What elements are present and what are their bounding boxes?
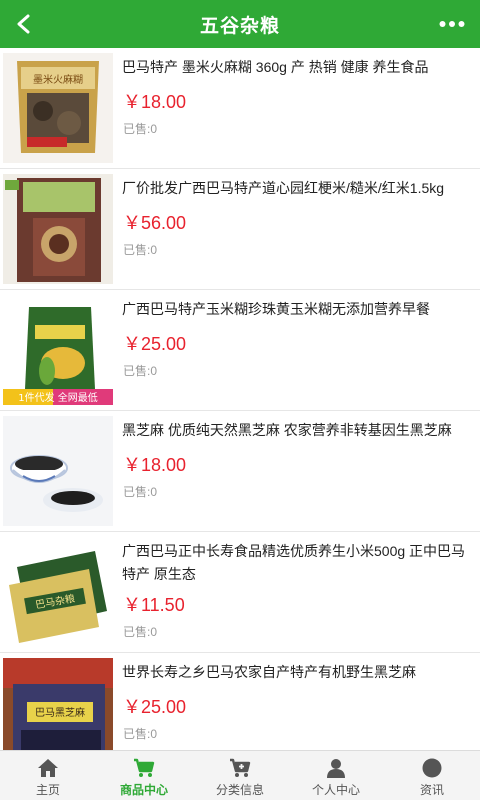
product-price: ￥11.50 bbox=[123, 595, 185, 615]
product-name[interactable]: 广西巴马特产玉米糊珍珠黄玉米糊无添加营养早餐 bbox=[122, 298, 472, 321]
tab-products[interactable]: 商品中心 bbox=[96, 751, 192, 800]
bottom-tab-bar: 主页 商品中心 分类信息 个人中心 资讯 bbox=[0, 750, 480, 800]
product-price: ￥18.00 bbox=[123, 455, 187, 475]
product-price: ￥18.00 bbox=[123, 92, 187, 112]
more-dots-icon bbox=[439, 21, 465, 27]
product-sold: 已售:0 bbox=[123, 485, 158, 499]
more-button[interactable] bbox=[434, 8, 470, 40]
product-image[interactable]: 巴马杂粮 bbox=[3, 537, 113, 647]
product-sold: 已售:0 bbox=[123, 122, 158, 136]
product-name[interactable]: 巴马特产 墨米火麻糊 360g 产 热销 健康 养生食品 bbox=[122, 56, 472, 79]
product-sold: 已售:0 bbox=[123, 727, 158, 741]
page-title: 五谷杂粮 bbox=[199, 15, 280, 37]
user-icon bbox=[327, 759, 345, 778]
product-price: ￥56.00 bbox=[123, 213, 187, 233]
tab-label: 商品中心 bbox=[119, 783, 168, 797]
product-price: ￥25.00 bbox=[123, 334, 187, 354]
product-image[interactable]: 墨米火麻糊 bbox=[3, 53, 113, 163]
product-image[interactable] bbox=[3, 174, 113, 284]
tab-home[interactable]: 主页 bbox=[0, 751, 96, 800]
tab-profile[interactable]: 个人中心 bbox=[288, 751, 384, 800]
tab-label: 主页 bbox=[35, 783, 60, 797]
product-name[interactable]: 广西巴马正中长寿食品精选优质养生小米500g 正中巴马特产 原生态 bbox=[122, 540, 472, 586]
product-name[interactable]: 世界长寿之乡巴马农家自产特产有机野生黑芝麻 bbox=[122, 661, 472, 684]
product-image[interactable]: 巴马黑芝麻 bbox=[3, 658, 113, 750]
chevron-left-icon bbox=[17, 14, 30, 34]
product-image-text: 墨米火麻糊 bbox=[33, 73, 83, 86]
promo-banner-text: 1件代发 全网最低 bbox=[18, 391, 98, 404]
tab-label: 分类信息 bbox=[215, 783, 264, 797]
home-icon bbox=[38, 759, 58, 777]
tab-categories[interactable]: 分类信息 bbox=[192, 751, 288, 800]
product-list: 墨米火麻糊 巴马特产 墨米火麻糊 360g 产 热销 健康 养生食品 ￥18.0… bbox=[0, 48, 480, 750]
product-image-text: 巴马黑芝麻 bbox=[35, 706, 85, 719]
tab-label: 资讯 bbox=[419, 783, 444, 797]
product-sold: 已售:0 bbox=[123, 243, 158, 257]
product-item[interactable]: 黑芝麻 优质纯天然黑芝麻 农家营养非转基因生黑芝麻 ￥18.00 已售:0 bbox=[0, 411, 480, 532]
product-item[interactable]: 墨米火麻糊 巴马特产 墨米火麻糊 360g 产 热销 健康 养生食品 ￥18.0… bbox=[0, 48, 480, 169]
product-name[interactable]: 黑芝麻 优质纯天然黑芝麻 农家营养非转基因生黑芝麻 bbox=[122, 419, 472, 442]
tab-label: 个人中心 bbox=[311, 783, 360, 797]
product-item[interactable]: 厂价批发广西巴马特产道心园红梗米/糙米/红米1.5kg ￥56.00 已售:0 bbox=[0, 169, 480, 290]
back-button[interactable] bbox=[8, 8, 40, 40]
tab-news[interactable]: 资讯 bbox=[384, 751, 480, 800]
product-sold: 已售:0 bbox=[123, 364, 158, 378]
app-header: 五谷杂粮 bbox=[0, 0, 480, 48]
product-sold: 已售:0 bbox=[123, 625, 158, 639]
cart-icon bbox=[134, 758, 155, 777]
product-item[interactable]: 巴马杂粮 广西巴马正中长寿食品精选优质养生小米500g 正中巴马特产 原生态 ￥… bbox=[0, 532, 480, 653]
product-image[interactable]: 1件代发 全网最低 bbox=[3, 295, 113, 405]
product-price: ￥25.00 bbox=[123, 697, 187, 717]
product-image[interactable] bbox=[3, 416, 113, 526]
product-item[interactable]: 巴马黑芝麻 世界长寿之乡巴马农家自产特产有机野生黑芝麻 ￥25.00 已售:0 bbox=[0, 653, 480, 750]
cart-plus-icon bbox=[230, 758, 251, 777]
product-item[interactable]: 1件代发 全网最低 广西巴马特产玉米糊珍珠黄玉米糊无添加营养早餐 ￥25.00 … bbox=[0, 290, 480, 411]
circle-icon bbox=[422, 758, 442, 778]
product-name[interactable]: 厂价批发广西巴马特产道心园红梗米/糙米/红米1.5kg bbox=[122, 177, 472, 200]
